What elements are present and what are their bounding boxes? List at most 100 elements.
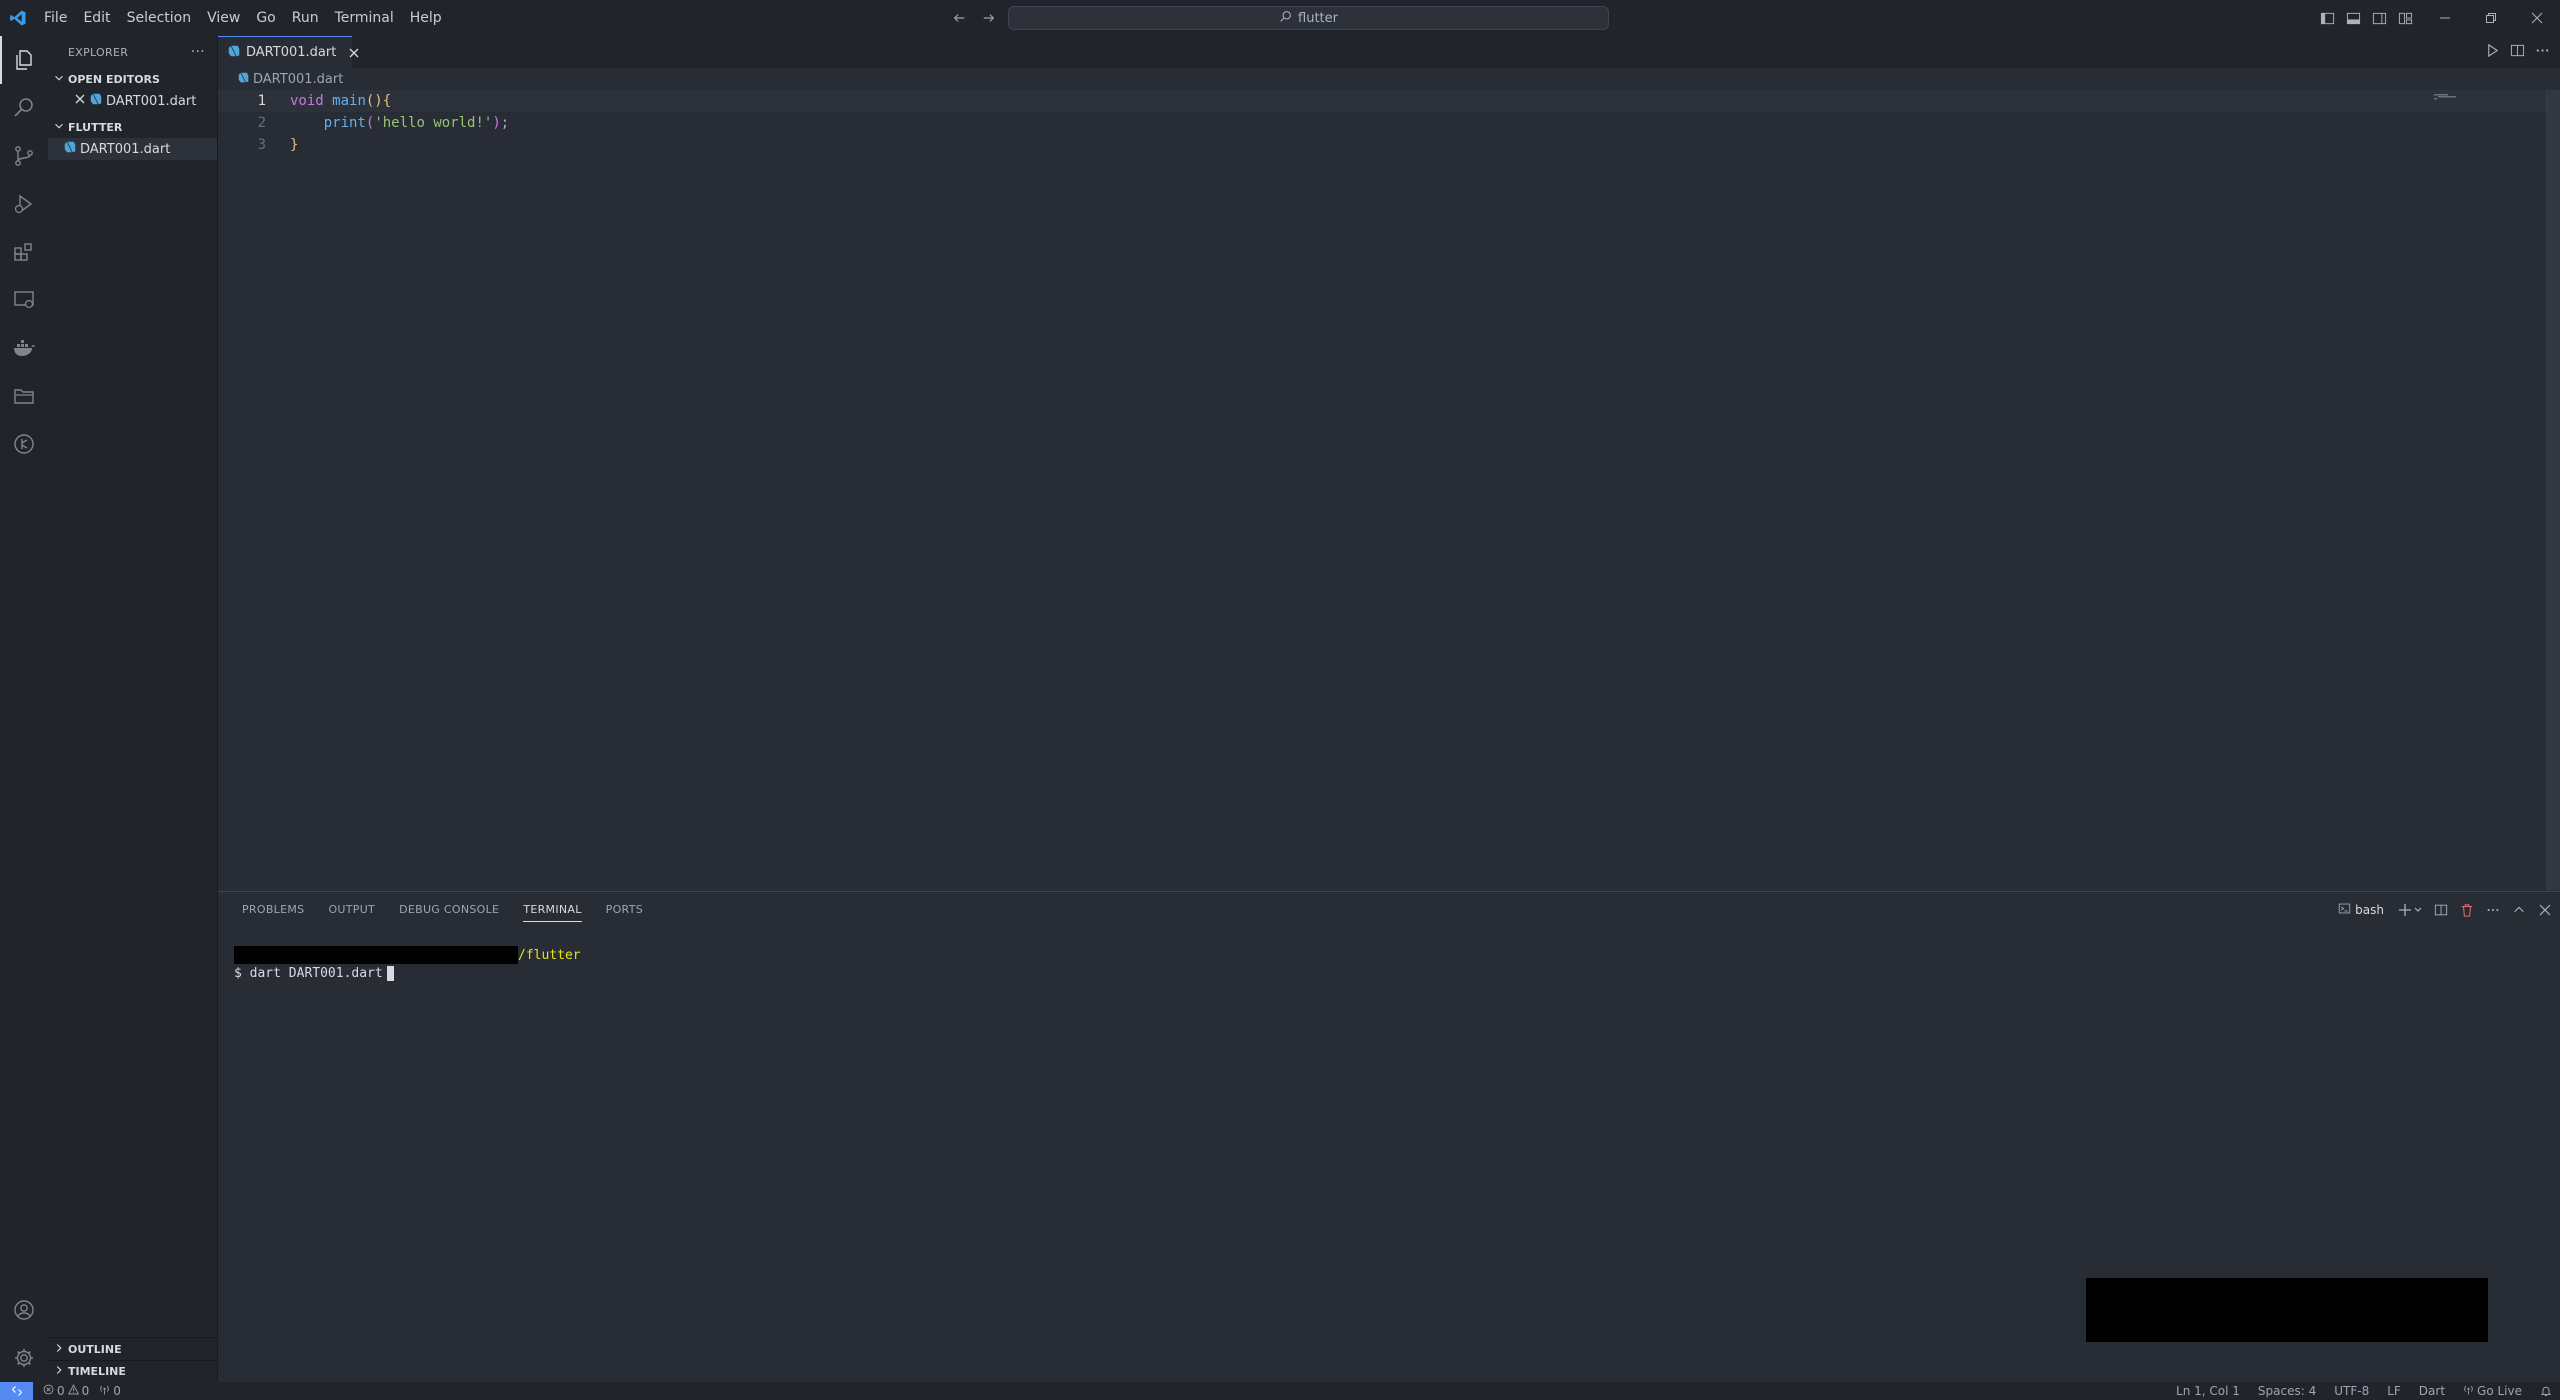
menu-view[interactable]: View (199, 0, 248, 36)
close-editor-icon[interactable] (74, 93, 86, 109)
forward-arrow-icon[interactable] (980, 9, 998, 27)
maximize-panel-icon[interactable] (2510, 901, 2528, 919)
status-right: Ln 1, Col 1 Spaces: 4 UTF-8 LF Dart Go L… (2176, 1382, 2552, 1400)
remote-indicator-icon[interactable] (0, 1382, 33, 1400)
error-count: 0 (57, 1384, 65, 1398)
docker-icon[interactable] (0, 324, 48, 372)
chevron-right-icon (52, 1363, 66, 1380)
folder-label: FLUTTER (68, 120, 123, 134)
more-panel-actions-icon[interactable] (2484, 901, 2502, 919)
menu-bar: File Edit Selection View Go Run Terminal… (36, 0, 450, 36)
restore-icon[interactable] (2468, 0, 2514, 36)
search-icon (1279, 10, 1292, 27)
more-actions-icon[interactable] (2535, 43, 2550, 62)
menu-file[interactable]: File (36, 0, 75, 36)
go-live-button[interactable]: Go Live (2463, 1384, 2522, 1398)
explorer-sidebar: EXPLORER ··· OPEN EDITORS DART001.dart F… (48, 36, 218, 1382)
editor-scrollbar[interactable] (2546, 90, 2560, 890)
kill-terminal-trash-icon[interactable] (2458, 901, 2476, 919)
flutter-folder-section-header[interactable]: FLUTTER (48, 116, 217, 138)
terminal-prompt-path-line: /flutter (234, 946, 581, 964)
extensions-icon[interactable] (0, 228, 48, 276)
code-line[interactable]: 1 void main(){ (218, 90, 2548, 112)
customize-layout-icon[interactable] (2396, 9, 2414, 27)
cursor-position[interactable]: Ln 1, Col 1 (2176, 1384, 2240, 1398)
open-editor-filename: DART001.dart (106, 93, 197, 109)
explorer-icon[interactable] (0, 36, 48, 84)
project-manager-icon[interactable] (0, 372, 48, 420)
code-token: 'hello world!' (374, 115, 493, 131)
indentation[interactable]: Spaces: 4 (2258, 1384, 2316, 1398)
ports-status[interactable]: 0 (99, 1384, 121, 1398)
open-editors-label: OPEN EDITORS (68, 72, 160, 86)
problems-status[interactable]: 0 0 (43, 1384, 89, 1398)
open-editors-section-header[interactable]: OPEN EDITORS (48, 68, 217, 90)
menu-run[interactable]: Run (284, 0, 327, 36)
search-view-icon[interactable] (0, 84, 48, 132)
back-arrow-icon[interactable] (950, 9, 968, 27)
terminal-profile-selector[interactable]: bash (2334, 902, 2388, 918)
breadcrumb-file[interactable]: DART001.dart (253, 72, 343, 87)
settings-gear-icon[interactable] (0, 1334, 48, 1382)
close-window-icon[interactable] (2514, 0, 2560, 36)
code-text: } (266, 137, 298, 153)
code-token: () (365, 93, 383, 109)
split-terminal-icon[interactable] (2432, 901, 2450, 919)
line-number: 2 (257, 115, 266, 131)
minimap[interactable] (2430, 90, 2490, 890)
run-file-icon[interactable] (2485, 43, 2500, 62)
git-graph-icon[interactable] (0, 420, 48, 468)
encoding[interactable]: UTF-8 (2334, 1384, 2369, 1398)
ports-count: 0 (113, 1384, 121, 1398)
terminal-command-line: $ dart DART001.dart (234, 964, 581, 982)
minimize-icon[interactable] (2422, 0, 2468, 36)
file-tree-item[interactable]: DART001.dart (48, 138, 217, 160)
code-line[interactable]: 3} (218, 134, 2548, 156)
menu-help[interactable]: Help (402, 0, 450, 36)
sidebar-bottom-sections: OUTLINE TIMELINE (48, 1337, 218, 1382)
editor-tab-dart001[interactable]: DART001.dart (218, 36, 359, 68)
accounts-icon[interactable] (0, 1286, 48, 1334)
vscode-logo-icon (0, 0, 36, 36)
tab-ports[interactable]: PORTS (594, 892, 655, 928)
language-mode[interactable]: Dart (2419, 1384, 2445, 1398)
end-of-line[interactable]: LF (2387, 1384, 2401, 1398)
code-line[interactable]: 2 print('hello world!'); (218, 112, 2548, 134)
more-actions-button[interactable]: ··· (191, 44, 205, 60)
remote-explorer-icon[interactable] (0, 276, 48, 324)
code-editor[interactable]: 1 void main(){2 print('hello world!'); 3} (218, 90, 2548, 156)
notifications-bell-icon[interactable] (2540, 1385, 2552, 1397)
close-panel-icon[interactable] (2536, 901, 2554, 919)
outline-label: OUTLINE (68, 1342, 122, 1356)
terminal-output[interactable]: /flutter $ dart DART001.dart (234, 946, 581, 982)
timeline-section-header[interactable]: TIMELINE (48, 1360, 218, 1382)
run-debug-icon[interactable] (0, 180, 48, 228)
tab-debug-console[interactable]: DEBUG CONSOLE (387, 892, 511, 928)
toggle-panel-icon[interactable] (2344, 9, 2362, 27)
tab-output[interactable]: OUTPUT (316, 892, 387, 928)
code-token: print (323, 115, 366, 131)
tab-terminal[interactable]: TERMINAL (511, 892, 593, 928)
terminal-icon (2338, 902, 2351, 918)
redacted-box (2086, 1278, 2488, 1342)
go-live-label: Go Live (2477, 1384, 2522, 1398)
command-center-search[interactable]: flutter (1008, 6, 1609, 30)
dart-file-icon (228, 45, 240, 61)
open-editor-item[interactable]: DART001.dart (48, 90, 217, 112)
split-editor-icon[interactable] (2510, 43, 2525, 62)
outline-section-header[interactable]: OUTLINE (48, 1338, 218, 1360)
toggle-primary-sidebar-icon[interactable] (2318, 9, 2336, 27)
menu-selection[interactable]: Selection (119, 0, 200, 36)
close-tab-icon[interactable] (348, 47, 360, 59)
code-text: void main(){ (266, 93, 391, 109)
status-bar: 0 0 0 Ln 1, Col 1 Spaces: 4 UTF-8 LF Dar… (0, 1382, 2560, 1400)
menu-edit[interactable]: Edit (75, 0, 118, 36)
new-terminal-icon[interactable] (2396, 901, 2424, 919)
toggle-secondary-sidebar-icon[interactable] (2370, 9, 2388, 27)
tab-problems[interactable]: PROBLEMS (230, 892, 316, 928)
menu-terminal[interactable]: Terminal (327, 0, 402, 36)
menu-go[interactable]: Go (248, 0, 283, 36)
source-control-icon[interactable] (0, 132, 48, 180)
code-token: void (290, 93, 333, 109)
redacted-text (234, 946, 518, 964)
